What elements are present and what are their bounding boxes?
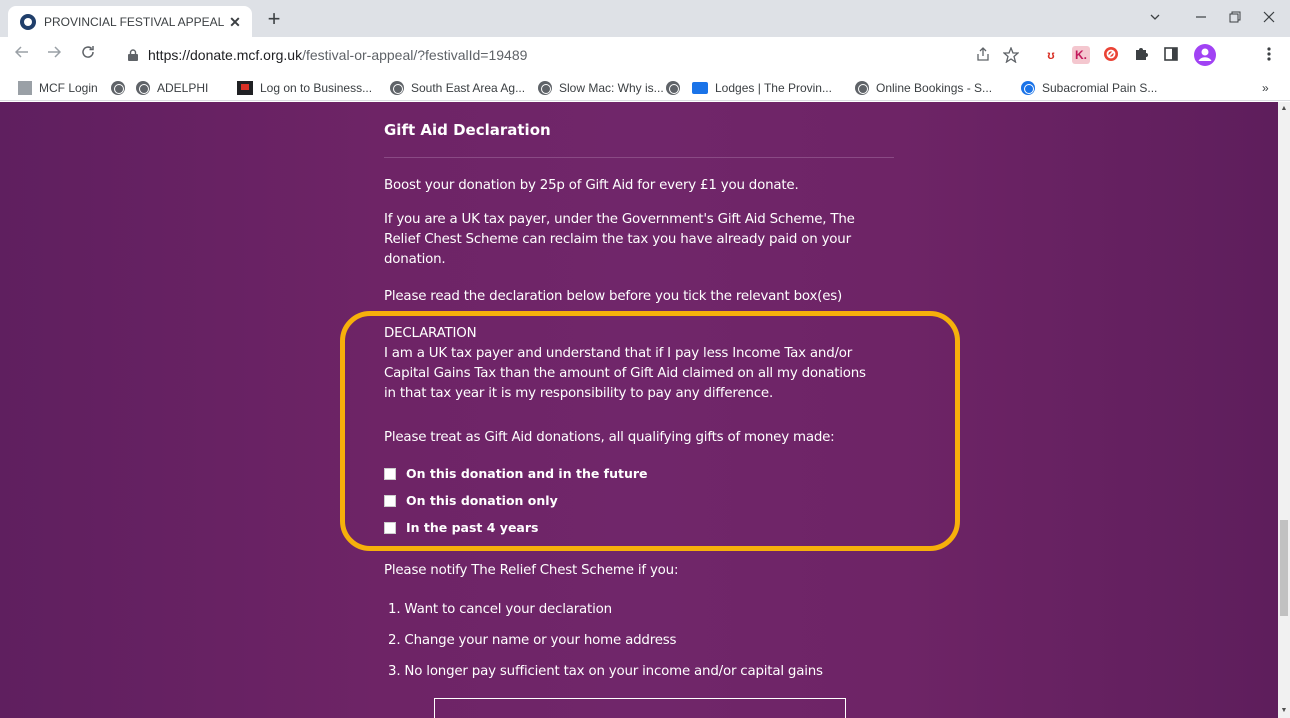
globe-icon: [666, 81, 680, 95]
bookmark-label: Slow Mac: Why is...: [559, 81, 664, 95]
notify-item: 3. No longer pay sufficient tax on your …: [388, 664, 823, 679]
extensions-puzzle-icon[interactable]: [1132, 46, 1150, 64]
site-favicon-icon: [20, 13, 36, 30]
bookmark-south-east[interactable]: South East Area Ag...: [390, 79, 525, 97]
text-input-box[interactable]: [434, 698, 846, 718]
bookmark-label: South East Area Ag...: [411, 81, 526, 95]
globe-icon: [855, 81, 869, 95]
globe-icon: [111, 81, 125, 95]
reload-icon[interactable]: [76, 43, 100, 67]
uk-tax-text: If you are a UK tax payer, under the Gov…: [384, 212, 855, 267]
bookmark-globe-2[interactable]: [666, 79, 687, 97]
bookmark-globe-1[interactable]: [111, 79, 132, 97]
declaration-highlight-box: [340, 311, 960, 551]
bookmark-slow-mac[interactable]: Slow Mac: Why is...: [538, 79, 664, 97]
forward-icon[interactable]: [42, 43, 66, 67]
globe-icon: [538, 81, 552, 95]
url-path: /festival-or-appeal/?festivalId=19489: [302, 47, 528, 63]
window-close-icon[interactable]: [1254, 6, 1284, 30]
bookmarks-overflow-icon[interactable]: »: [1262, 79, 1269, 97]
section-heading: Gift Aid Declaration: [384, 121, 551, 139]
k-extension-icon[interactable]: K.: [1072, 46, 1090, 64]
minimize-icon[interactable]: [1186, 6, 1216, 30]
mcf-favicon-icon: [18, 81, 32, 95]
restore-icon[interactable]: [1220, 6, 1250, 30]
tab-strip: PROVINCIAL FESTIVAL APPEAL - | ✕ +: [0, 0, 1290, 37]
bookmark-mcf-login[interactable]: MCF Login: [18, 79, 98, 97]
divider: [384, 157, 894, 158]
block-extension-icon[interactable]: [1102, 46, 1120, 64]
address-bar[interactable]: https://donate.mcf.org.uk/festival-or-ap…: [112, 41, 1006, 69]
bookmark-lodges[interactable]: Lodges | The Provin...: [692, 79, 832, 97]
bookmark-star-icon[interactable]: [1002, 46, 1020, 65]
tab-title: PROVINCIAL FESTIVAL APPEAL - |: [44, 14, 226, 29]
page-scrollbar[interactable]: ▲ ▼: [1278, 102, 1290, 718]
notify-item: 2. Change your name or your home address: [388, 633, 677, 648]
read-declaration-text: Please read the declaration below before…: [384, 289, 843, 304]
page-content: Gift Aid Declaration Boost your donation…: [0, 102, 1278, 718]
bookmark-business[interactable]: Log on to Business...: [237, 79, 372, 97]
scrollbar-thumb[interactable]: [1280, 520, 1288, 616]
scroll-up-icon[interactable]: ▲: [1278, 102, 1290, 116]
circle-favicon-icon: [1021, 81, 1035, 95]
ccs-favicon-icon: [692, 82, 708, 94]
url-text: https://donate.mcf.org.uk/festival-or-ap…: [148, 47, 527, 63]
bookmark-label: ADELPHI: [157, 81, 209, 95]
bookmark-subacromial[interactable]: Subacromial Pain S...: [1021, 79, 1157, 97]
url-host: https://donate.mcf.org.uk: [148, 47, 303, 63]
profile-avatar-icon[interactable]: [1194, 44, 1216, 66]
lock-icon[interactable]: [128, 49, 138, 61]
bookmark-adelphi[interactable]: ADELPHI: [136, 79, 208, 97]
pocket-extension-icon[interactable]: ʊ: [1042, 46, 1060, 64]
bookmark-label: Subacromial Pain S...: [1042, 81, 1158, 95]
bookmark-label: Lodges | The Provin...: [715, 81, 832, 95]
globe-icon: [136, 81, 150, 95]
boost-text: Boost your donation by 25p of Gift Aid f…: [384, 178, 799, 193]
browser-toolbar: https://donate.mcf.org.uk/festival-or-ap…: [0, 37, 1290, 73]
bookmarks-bar: MCF Login ADELPHI Log on to Business... …: [0, 73, 1290, 101]
bookmark-label: Online Bookings - S...: [876, 81, 993, 95]
notify-item: 1. Want to cancel your declaration: [388, 602, 612, 617]
scroll-down-icon[interactable]: ▼: [1278, 704, 1290, 718]
tab-search-icon[interactable]: [1140, 6, 1170, 30]
bookmark-label: Log on to Business...: [260, 81, 373, 95]
bookmark-label: MCF Login: [39, 81, 98, 95]
back-icon[interactable]: [10, 43, 34, 67]
side-panel-icon[interactable]: [1162, 46, 1180, 64]
share-icon[interactable]: [974, 47, 992, 65]
bank-favicon-icon: [237, 81, 253, 95]
browser-tab[interactable]: PROVINCIAL FESTIVAL APPEAL - | ✕: [8, 6, 252, 37]
bookmark-online-bookings[interactable]: Online Bookings - S...: [855, 79, 992, 97]
globe-icon: [390, 81, 404, 95]
new-tab-button[interactable]: +: [262, 8, 286, 32]
close-tab-icon[interactable]: ✕: [226, 13, 244, 31]
kebab-menu-icon[interactable]: [1260, 46, 1278, 64]
notify-text: Please notify The Relief Chest Scheme if…: [384, 563, 679, 578]
